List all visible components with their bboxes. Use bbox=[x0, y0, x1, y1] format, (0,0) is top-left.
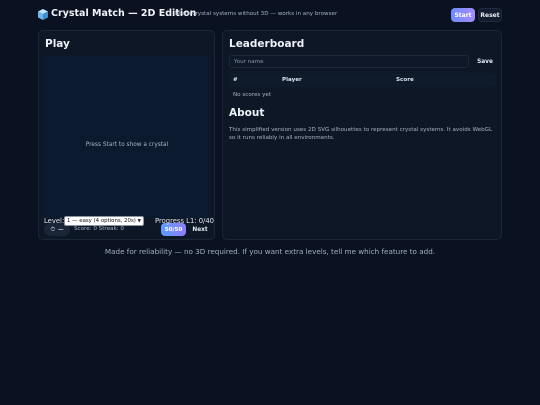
play-panel: Play Press Start to show a crystal ⏱ — S… bbox=[38, 30, 215, 240]
ice-cube-icon bbox=[38, 9, 48, 20]
footer-text: Made for reliability — no 3D required. I… bbox=[104, 247, 436, 256]
level-select[interactable]: 1 — easy (4 options, 20s) ▼ bbox=[64, 216, 144, 226]
leaderboard-table: # Player Score No scores yet bbox=[229, 73, 496, 98]
column-score: Score bbox=[396, 77, 414, 83]
leaderboard-panel: Leaderboard Save # Player Score No score… bbox=[222, 30, 502, 240]
chevron-down-icon: ▼ bbox=[137, 219, 141, 224]
progress-text: Progress L1: 0/40 bbox=[155, 217, 214, 225]
timer-value: — bbox=[58, 226, 64, 233]
canvas-message: Press Start to show a crystal bbox=[85, 142, 169, 148]
top-bar: Crystal Match — 2D Edition Learn crystal… bbox=[0, 0, 540, 30]
play-title: Play bbox=[45, 38, 70, 50]
reset-button[interactable]: Reset bbox=[478, 8, 502, 22]
crystal-canvas[interactable]: Press Start to show a crystal bbox=[44, 56, 210, 218]
score-text: Score: 0 Streak: 0 bbox=[74, 226, 124, 232]
level-label: Level: bbox=[44, 217, 65, 225]
column-rank: # bbox=[233, 77, 238, 83]
app-subtitle: Learn crystal systems without 3D — works… bbox=[175, 11, 338, 17]
level-select-value: 1 — easy (4 options, 20s) bbox=[67, 218, 136, 224]
empty-row: No scores yet bbox=[233, 92, 272, 98]
column-player: Player bbox=[282, 77, 302, 83]
stopwatch-icon: ⏱ bbox=[50, 225, 56, 233]
name-input[interactable] bbox=[229, 55, 469, 68]
leaderboard-title: Leaderboard bbox=[229, 38, 305, 50]
table-header: # Player Score bbox=[229, 73, 496, 87]
about-title: About bbox=[229, 107, 265, 119]
about-text: This simplified version uses 2D SVG silh… bbox=[229, 127, 493, 141]
start-button[interactable]: Start bbox=[451, 8, 475, 22]
save-button[interactable]: Save bbox=[474, 55, 496, 68]
